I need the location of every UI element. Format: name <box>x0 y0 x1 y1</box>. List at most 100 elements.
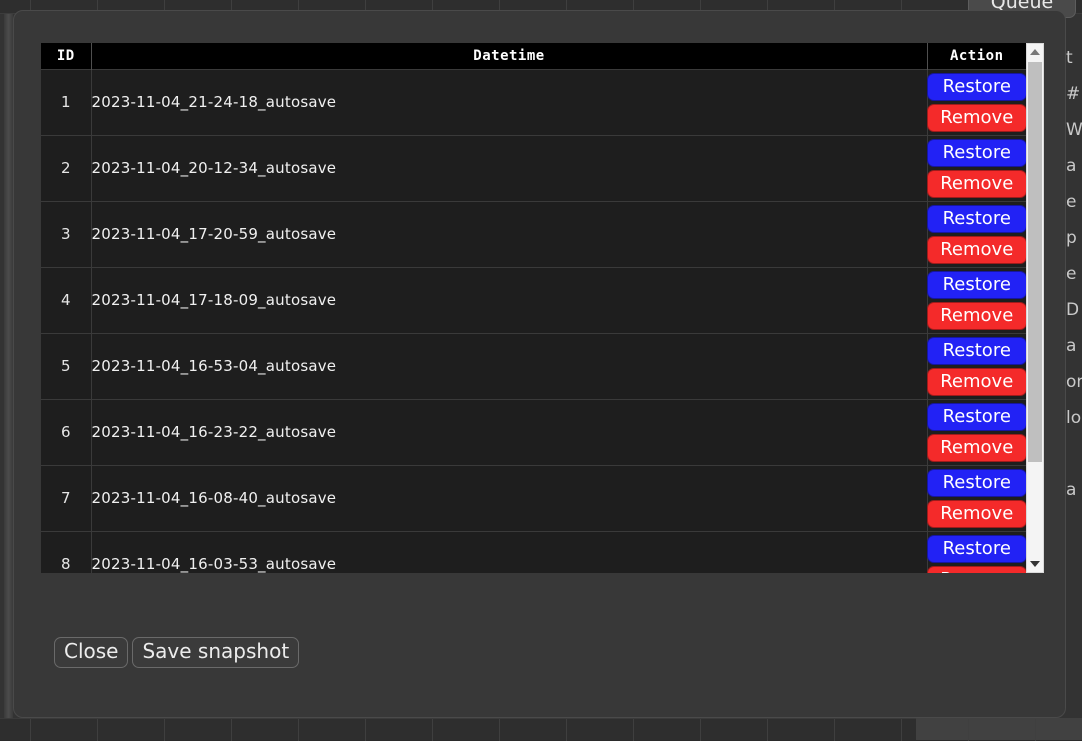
background-text-fragment: t <box>1066 40 1082 76</box>
cell-datetime: 2023-11-04_17-18-09_autosave <box>91 267 927 333</box>
triangle-up-icon <box>1030 49 1040 55</box>
column-header-datetime[interactable]: Datetime <box>91 43 927 69</box>
cell-action: Restore Remove <box>927 531 1026 573</box>
cell-datetime: 2023-11-04_16-23-22_autosave <box>91 399 927 465</box>
action-button-group: Restore Remove <box>928 533 1027 573</box>
remove-button[interactable]: Remove <box>927 434 1026 462</box>
cell-id: 1 <box>41 69 91 135</box>
background-text-fragment <box>1066 436 1082 472</box>
action-button-group: Restore Remove <box>928 401 1027 464</box>
action-button-group: Restore Remove <box>928 137 1027 200</box>
toolbar-separator <box>432 719 433 741</box>
table-row[interactable]: 72023-11-04_16-08-40_autosaveRestore Remo… <box>41 465 1026 531</box>
remove-button[interactable]: Remove <box>927 500 1026 528</box>
cell-id: 2 <box>41 135 91 201</box>
background-text-fragment: on <box>1066 364 1082 400</box>
cell-action: Restore Remove <box>927 135 1026 201</box>
toolbar-separator <box>767 719 768 741</box>
toolbar-separator <box>633 719 634 741</box>
snapshot-table: ID Datetime Action 12023-11-04_21-24-18_… <box>41 43 1026 573</box>
save-snapshot-button[interactable]: Save snapshot <box>132 637 299 668</box>
cell-datetime: 2023-11-04_16-53-04_autosave <box>91 333 927 399</box>
cell-id: 4 <box>41 267 91 333</box>
restore-button[interactable]: Restore <box>927 205 1026 233</box>
action-button-group: Restore Remove <box>928 71 1027 134</box>
toolbar-separator <box>499 719 500 741</box>
toolbar-separator <box>834 719 835 741</box>
action-button-group: Restore Remove <box>928 203 1027 266</box>
scroll-up-arrow-icon[interactable] <box>1027 44 1043 60</box>
cell-action: Restore Remove <box>927 267 1026 333</box>
toolbar-separator <box>700 719 701 741</box>
remove-button[interactable]: Remove <box>927 368 1026 396</box>
background-text-fragment: p <box>1066 220 1082 256</box>
action-button-group: Restore Remove <box>928 335 1027 398</box>
toolbar-separator <box>566 719 567 741</box>
cell-id: 5 <box>41 333 91 399</box>
cell-datetime: 2023-11-04_16-03-53_autosave <box>91 531 927 573</box>
table-row[interactable]: 82023-11-04_16-03-53_autosaveRestore Remo… <box>41 531 1026 573</box>
cell-action: Restore Remove <box>927 69 1026 135</box>
toolbar-separator <box>901 719 902 741</box>
restore-button[interactable]: Restore <box>927 337 1026 365</box>
restore-button[interactable]: Restore <box>927 469 1026 497</box>
snapshot-table-body: 12023-11-04_21-24-18_autosaveRestoreRemo… <box>41 69 1026 573</box>
remove-button[interactable]: Remove <box>927 170 1026 198</box>
restore-button[interactable]: Restore <box>927 403 1026 431</box>
background-text-fragment: # <box>1066 76 1082 112</box>
background-text-fragment: a <box>1066 472 1082 508</box>
toolbar-separator <box>164 719 165 741</box>
cell-id: 8 <box>41 531 91 573</box>
background-text-fragment: a <box>1066 328 1082 364</box>
toolbar-separator <box>298 719 299 741</box>
table-vertical-scrollbar[interactable] <box>1026 43 1044 573</box>
toolbar-separator <box>231 719 232 741</box>
background-text-fragment: lo <box>1066 400 1082 436</box>
background-text-fragment: a <box>1066 148 1082 184</box>
cell-action: Restore Remove <box>927 465 1026 531</box>
cell-id: 3 <box>41 201 91 267</box>
scrollbar-thumb[interactable] <box>1028 62 1042 462</box>
background-bottom-toolbar <box>0 718 1082 740</box>
triangle-down-icon <box>1030 561 1040 567</box>
restore-button[interactable]: Restore <box>927 73 1026 101</box>
toolbar-separator <box>30 719 31 741</box>
snapshot-table-header: ID Datetime Action <box>41 43 1026 69</box>
table-row[interactable]: 22023-11-04_20-12-34_autosaveRestore Remo… <box>41 135 1026 201</box>
table-row[interactable]: 42023-11-04_17-18-09_autosaveRestore Remo… <box>41 267 1026 333</box>
toolbar-separator <box>97 719 98 741</box>
cell-datetime: 2023-11-04_16-08-40_autosave <box>91 465 927 531</box>
column-header-id[interactable]: ID <box>41 43 91 69</box>
background-left-strip <box>4 14 13 718</box>
table-row[interactable]: 12023-11-04_21-24-18_autosaveRestore Remo… <box>41 69 1026 135</box>
toolbar-separator <box>365 719 366 741</box>
cell-action: Restore Remove <box>927 333 1026 399</box>
table-header-row: ID Datetime Action <box>41 43 1026 69</box>
remove-button[interactable]: Remove <box>927 104 1026 132</box>
restore-button[interactable]: Restore <box>927 535 1026 563</box>
restore-button[interactable]: Restore <box>927 139 1026 167</box>
background-text-fragment: e <box>1066 184 1082 220</box>
action-button-group: Restore Remove <box>928 467 1027 530</box>
remove-button[interactable]: Remove <box>927 566 1026 573</box>
background-bottom-right-panel <box>916 718 1082 740</box>
dialog-footer: Close Save snapshot <box>54 637 299 668</box>
close-button[interactable]: Close <box>54 637 128 668</box>
background-text-fragment: D <box>1066 292 1082 328</box>
cell-datetime: 2023-11-04_20-12-34_autosave <box>91 135 927 201</box>
background-text-fragment: W <box>1066 112 1082 148</box>
remove-button[interactable]: Remove <box>927 236 1026 264</box>
table-row[interactable]: 32023-11-04_17-20-59_autosaveRestore Remo… <box>41 201 1026 267</box>
cell-action: Restore Remove <box>927 399 1026 465</box>
cell-action: Restore Remove <box>927 201 1026 267</box>
table-row[interactable]: 52023-11-04_16-53-04_autosaveRestore Remo… <box>41 333 1026 399</box>
toolbar-separator <box>1035 719 1036 741</box>
remove-button[interactable]: Remove <box>927 302 1026 330</box>
cell-datetime: 2023-11-04_17-20-59_autosave <box>91 201 927 267</box>
cell-id: 7 <box>41 465 91 531</box>
scroll-down-arrow-icon[interactable] <box>1027 556 1043 572</box>
table-row[interactable]: 62023-11-04_16-23-22_autosaveRestoreRemo… <box>41 399 1026 465</box>
restore-button[interactable]: Restore <box>927 271 1026 299</box>
column-header-action[interactable]: Action <box>927 43 1026 69</box>
cell-datetime: 2023-11-04_21-24-18_autosave <box>91 69 927 135</box>
